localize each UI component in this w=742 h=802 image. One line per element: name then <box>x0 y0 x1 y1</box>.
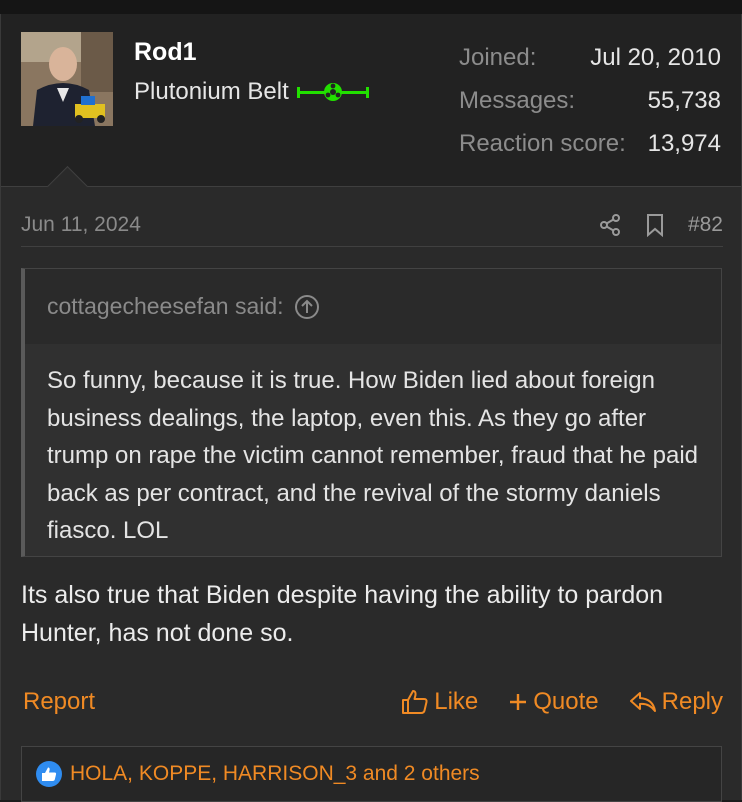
stat-label: Messages: <box>459 87 576 114</box>
arrow-up-circle-icon[interactable] <box>294 294 320 320</box>
thumbs-up-icon <box>402 690 428 714</box>
quote-header[interactable]: cottagecheesefan said: <box>25 269 721 344</box>
post-number-link[interactable]: #82 <box>688 213 723 237</box>
share-icon[interactable] <box>598 213 622 237</box>
post-user-header: Rod1 Plutonium Belt Joined: Jul 20, 2010… <box>1 14 741 187</box>
reply-button[interactable]: Reply <box>629 688 723 716</box>
stat-value[interactable]: 55,738 <box>648 87 721 130</box>
user-title: Plutonium Belt <box>134 78 369 106</box>
reactions-bar[interactable]: HOLA, KOPPE, HARRISON_3 and 2 others <box>21 746 722 802</box>
like-reaction-icon <box>36 761 62 787</box>
avatar-image <box>21 32 113 126</box>
report-button[interactable]: Report <box>23 688 95 716</box>
stat-reaction-score: Reaction score: 13,974 <box>459 130 721 173</box>
post-meta: Jun 11, 2024 #82 <box>21 210 723 240</box>
reactions-list[interactable]: HOLA, KOPPE, HARRISON_3 and 2 others <box>70 762 480 786</box>
like-button[interactable]: Like <box>401 688 478 716</box>
avatar[interactable] <box>21 32 113 126</box>
username[interactable]: Rod1 <box>134 38 197 67</box>
quote-label: Quote <box>533 688 599 715</box>
reply-icon <box>629 692 656 712</box>
stat-joined: Joined: Jul 20, 2010 <box>459 44 721 87</box>
quote-button[interactable]: Quote <box>508 688 599 716</box>
stat-value: Jul 20, 2010 <box>590 44 721 71</box>
post-actions-right: Like Quote Reply <box>401 688 723 716</box>
plus-icon <box>510 694 527 710</box>
like-label: Like <box>434 688 479 715</box>
stat-label: Reaction score: <box>459 130 626 157</box>
stat-label: Joined: <box>459 44 537 71</box>
post-date[interactable]: Jun 11, 2024 <box>21 213 141 237</box>
user-title-text: Plutonium Belt <box>134 78 289 105</box>
post: Rod1 Plutonium Belt Joined: Jul 20, 2010… <box>0 14 742 802</box>
post-meta-actions: #82 <box>598 213 723 237</box>
quote-block: cottagecheesefan said: So funny, because… <box>21 268 722 557</box>
divider <box>21 246 723 247</box>
stat-value: 13,974 <box>647 130 721 157</box>
bookmark-icon[interactable] <box>644 213 666 237</box>
user-stats: Joined: Jul 20, 2010 Messages: 55,738 Re… <box>459 44 721 173</box>
stat-messages: Messages: 55,738 <box>459 87 721 130</box>
biohazard-badge-icon <box>296 83 369 101</box>
post-message: Its also true that Biden despite having … <box>21 581 664 647</box>
post-actions: Report Like Quote Reply <box>23 682 723 722</box>
thumbs-up-icon <box>42 767 57 781</box>
reply-label: Reply <box>661 688 723 715</box>
quote-author[interactable]: cottagecheesefan said: <box>47 293 284 320</box>
quote-text: So funny, because it is true. How Biden … <box>47 367 699 544</box>
top-bar <box>0 0 742 15</box>
